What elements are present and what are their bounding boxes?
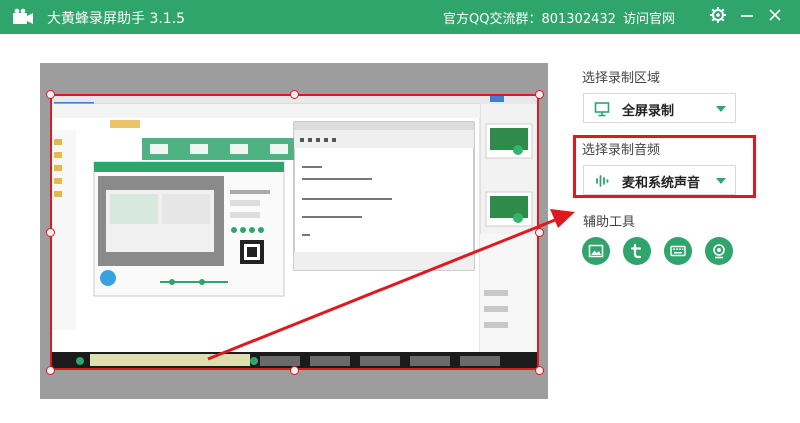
resize-handle-bottom[interactable] [290,366,299,375]
record-area-dropdown[interactable]: 全屏录制 [583,93,736,123]
resize-handle-left[interactable] [46,228,55,237]
app-title: 大黄蜂录屏助手 3.1.5 [47,11,186,27]
chevron-down-icon [716,178,726,184]
record-audio-value: 麦和系统声音 [622,176,701,191]
image-tool-button[interactable] [582,237,610,265]
gear-icon[interactable] [709,6,727,24]
record-audio-dropdown[interactable]: 麦和系统声音 [583,165,736,195]
resize-handle-bottom-right[interactable] [535,366,544,375]
audio-wave-icon [596,175,609,187]
text-tool-button[interactable] [623,237,651,265]
webcam-icon [713,244,725,259]
title-bar: 大黄蜂录屏助手 3.1.5 官方QQ交流群：801302432 访问官网 [0,0,800,34]
webcam-tool-button[interactable] [705,237,733,265]
qq-group-text: 官方QQ交流群：801302432 [443,12,616,27]
t-icon [630,243,642,259]
monitor-icon [594,102,610,117]
recording-selection-frame[interactable] [50,94,539,370]
camera-logo-icon [13,8,33,24]
resize-handle-top[interactable] [290,90,299,99]
resize-handle-right[interactable] [535,228,544,237]
keyboard-icon [670,245,686,257]
resize-handle-top-left[interactable] [46,90,55,99]
image-icon [588,244,604,258]
resize-handle-bottom-left[interactable] [46,366,55,375]
record-audio-label: 选择录制音频 [582,143,661,158]
keyboard-tool-button[interactable] [664,237,692,265]
record-area-value: 全屏录制 [622,104,675,119]
visit-website-link[interactable]: 访问官网 [623,8,675,27]
chevron-down-icon [716,106,726,112]
resize-handle-top-right[interactable] [535,90,544,99]
minimize-icon[interactable] [738,6,756,24]
close-icon[interactable] [766,6,784,24]
record-area-label: 选择录制区域 [582,71,661,86]
tools-label: 辅助工具 [583,215,636,230]
